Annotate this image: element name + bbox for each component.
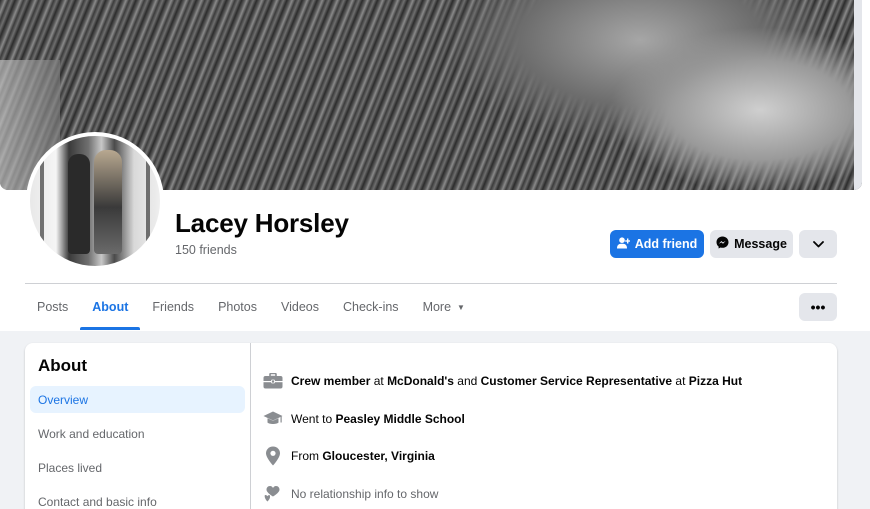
caret-down-icon: ▼ [457,302,465,312]
tab-label: Friends [152,300,195,314]
relationship-info-row: No relationship info to show [262,484,438,504]
tab-more[interactable]: More ▼ [411,284,477,330]
chevron-down-icon [812,237,824,251]
relationship-text: No relationship info to show [291,487,439,501]
about-card-separator [250,343,251,509]
sidebar-item-label: Work and education [38,426,145,441]
tab-check-ins[interactable]: Check-ins [331,284,411,330]
sidebar-item-label: Contact and basic info [38,494,157,509]
profile-header: Lacey Horsley 150 friends Add friend Mes… [0,0,870,331]
hometown-info-row: From Gloucester, Virginia [262,446,435,466]
education-info-row: Went to Peasley Middle School [262,409,465,429]
work-company-1-link[interactable]: McDonald's [387,374,454,388]
sidebar-item-contact-and-basic-info[interactable]: Contact and basic info [30,488,245,509]
tab-posts[interactable]: Posts [25,284,80,330]
sidebar-item-label: Overview [38,392,89,407]
message-label: Message [734,237,787,251]
work-and: and [453,374,481,388]
tab-label: More [422,300,452,314]
work-at-2: at [672,374,689,388]
tab-label: Videos [280,300,319,314]
friends-count[interactable]: 150 friends [175,243,237,257]
profile-name: Lacey Horsley [175,208,349,238]
education-prefix: Went to [291,412,336,426]
sidebar-item-places-lived[interactable]: Places lived [30,454,245,481]
tab-about[interactable]: About [80,284,141,330]
about-title: About [38,356,88,375]
sidebar-item-work-and-education[interactable]: Work and education [30,420,245,447]
sidebar-item-label: Places lived [38,460,103,475]
tab-label: Posts [37,300,69,314]
tab-photos[interactable]: Photos [206,284,269,330]
add-friend-label: Add friend [634,237,698,251]
hometown-prefix: From [291,449,323,463]
tab-label: About [92,300,129,314]
tabs-overflow-menu-button[interactable]: ••• [799,293,837,321]
profile-picture[interactable] [26,132,164,270]
avatar [30,136,160,266]
tab-videos[interactable]: Videos [269,284,331,330]
briefcase-icon [262,371,284,391]
avatar-figure-left [68,154,90,254]
education-school-link[interactable]: Peasley Middle School [335,412,464,426]
work-role-2: Customer Service Representative [480,374,673,388]
tab-label: Check-ins [342,300,399,314]
work-company-2-link[interactable]: Pizza Hut [689,374,742,388]
add-friend-icon [616,236,630,252]
about-card: About Overview Work and education Places… [25,343,837,509]
work-role-1: Crew member [291,374,371,388]
add-friend-button[interactable]: Add friend [610,230,704,258]
messenger-icon [716,236,729,252]
profile-more-button[interactable] [799,230,837,258]
ellipsis-icon: ••• [810,299,826,315]
tab-friends[interactable]: Friends [140,284,206,330]
graduation-cap-icon [262,409,284,429]
work-at-1: at [370,374,388,388]
work-info-row: Crew member at McDonald's and Customer S… [262,371,742,391]
hometown-place-link[interactable]: Gloucester, Virginia [322,449,435,463]
message-button[interactable]: Message [710,230,793,258]
tab-label: Photos [218,300,257,314]
sidebar-item-overview[interactable]: Overview [30,386,245,413]
cover-photo-edge [854,0,862,190]
avatar-figure-right [94,150,122,254]
hearts-icon [262,484,284,504]
profile-tabs: Posts About Friends Photos Videos Check-… [25,284,477,330]
location-pin-icon [262,446,284,466]
